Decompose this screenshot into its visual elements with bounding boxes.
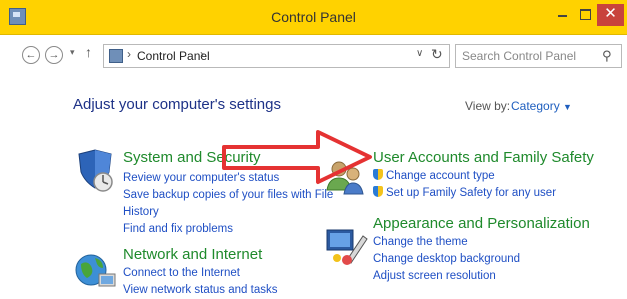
annotation-arrow bbox=[222, 130, 372, 184]
control-panel-window: Control Panel ✕ ← → ▾ ↑ › Control Panel … bbox=[0, 0, 627, 297]
